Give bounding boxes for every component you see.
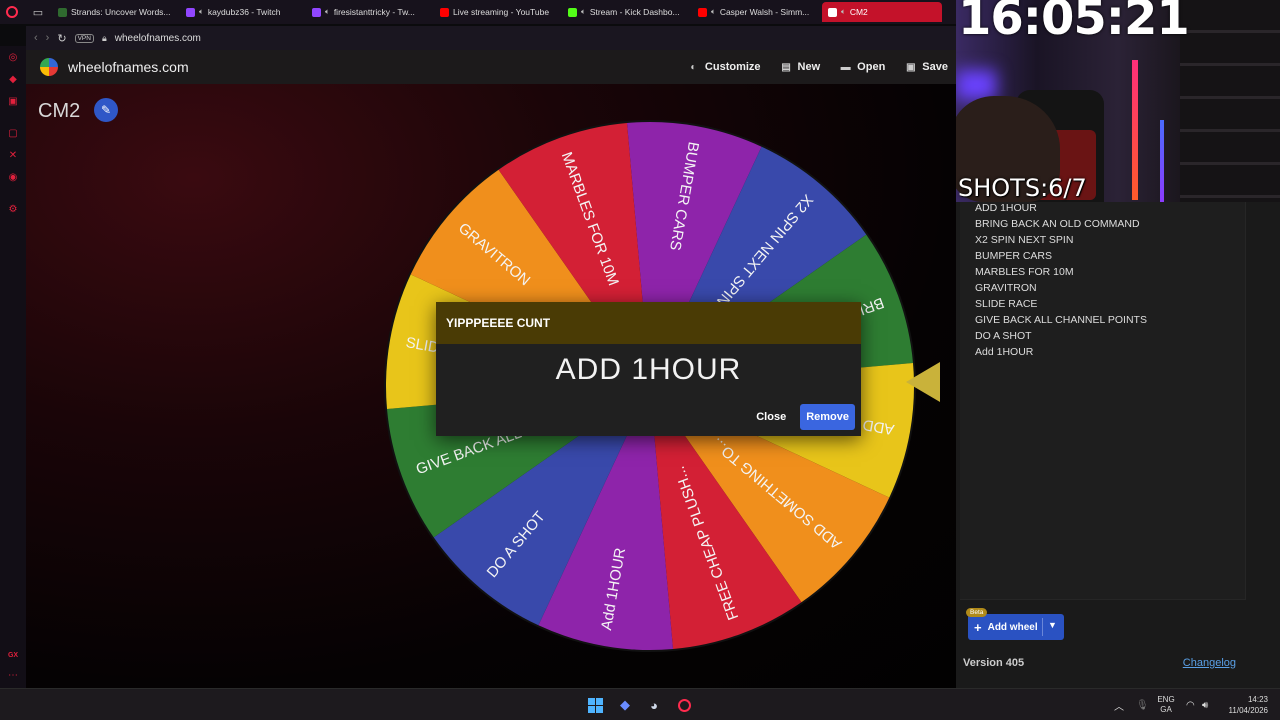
tab-6[interactable]: 🔈︎ Casper Walsh - Simm... bbox=[692, 2, 820, 22]
changelog-link[interactable]: Changelog bbox=[1183, 657, 1236, 669]
volume-icon[interactable]: 🔊︎ bbox=[1202, 689, 1208, 720]
windows-icon bbox=[587, 697, 603, 713]
wheel-page: wheelofnames.com ◐ Customize ▤ New ▬ Open ▣… bbox=[26, 50, 956, 688]
tab-favicon-icon bbox=[568, 7, 577, 17]
speaker-icon[interactable]: 🔈︎ bbox=[711, 7, 716, 17]
lang-bottom: GA bbox=[1160, 705, 1172, 714]
add-wheel-button[interactable]: + Add wheel ▼ bbox=[968, 614, 1064, 640]
settings-icon[interactable]: ⚙︎ bbox=[7, 204, 19, 216]
vpn-badge[interactable]: VPN bbox=[74, 33, 94, 43]
opera-logo-icon[interactable] bbox=[0, 0, 24, 24]
lock-icon: 🔒︎ bbox=[101, 32, 107, 43]
winner-text: ADD 1HOUR bbox=[555, 353, 742, 386]
tab-favicon-icon bbox=[312, 7, 321, 17]
tab-label: kaydubz36 - Twitch bbox=[207, 7, 281, 17]
tab-label: Strands: Uncover Words... bbox=[71, 7, 171, 17]
entry-item: GRAVITRON bbox=[975, 282, 1037, 294]
tab-favicon-icon bbox=[58, 7, 67, 17]
entries-panel: ADD 1HOUR BRING BACK AN OLD COMMAND X2 SPI… bbox=[956, 202, 1280, 688]
entry-item: SLIDE RACE bbox=[975, 298, 1038, 310]
speaker-icon[interactable]: 🔈︎ bbox=[581, 7, 586, 17]
tab-3[interactable]: 🔈︎ firesistanttricky - Tw... bbox=[306, 2, 432, 22]
speaker-icon[interactable]: 🔈︎ bbox=[841, 7, 846, 17]
tab-favicon-icon bbox=[698, 7, 707, 17]
gx-control-icon[interactable]: ◎ bbox=[7, 52, 19, 64]
tab-label: Stream - Kick Dashbo... bbox=[589, 7, 680, 17]
tray-time: 14:23 bbox=[1247, 695, 1268, 704]
browser-sidebar: ◎ ◆ ▣ ▢ ✕ ◉ ⚙︎ GX ⋯ bbox=[0, 46, 26, 688]
gx-corner-icon[interactable]: ◆ bbox=[7, 74, 19, 86]
tab-2[interactable]: 🔈︎ kaydubz36 - Twitch bbox=[180, 2, 304, 22]
remove-button[interactable]: Remove bbox=[800, 404, 855, 430]
entry-item: DO A SHOT bbox=[975, 330, 1032, 342]
tab-label: CM2 bbox=[849, 7, 868, 17]
tab-label: firesistanttricky - Tw... bbox=[333, 7, 415, 17]
tab-list: Strands: Uncover Words... 🔈︎ kaydubz36 - T… bbox=[52, 2, 944, 22]
discord-icon[interactable]: ◉ bbox=[7, 172, 19, 184]
tab-5[interactable]: 🔈︎ Stream - Kick Dashbo... bbox=[562, 2, 690, 22]
gx-label[interactable]: GX bbox=[7, 650, 19, 662]
reload-icon[interactable]: ↻ bbox=[57, 32, 66, 45]
entry-item: ADD 1HOUR bbox=[975, 202, 1037, 214]
chevron-down-icon[interactable]: ▼ bbox=[1048, 620, 1057, 630]
wifi-icon[interactable]: ◠ bbox=[1186, 689, 1195, 720]
x-icon[interactable]: ✕ bbox=[7, 150, 19, 162]
taskbar: ◆ ◕ ︿ 🎙︎ ENG GA ◠ 🔊︎ 14:23 11/04/2026 bbox=[0, 688, 1280, 720]
app-diamond-icon[interactable]: ◆ bbox=[617, 697, 633, 713]
tab-1[interactable]: Strands: Uncover Words... bbox=[52, 2, 178, 22]
add-wheel-label: Add wheel bbox=[987, 621, 1038, 633]
twitch-icon[interactable]: ▢ bbox=[7, 128, 19, 140]
stream-clock: 16:05:21 bbox=[958, 0, 1190, 46]
tab-favicon-icon bbox=[440, 7, 449, 17]
winner-dialog: YIPPPEEEE CUNT ADD 1HOUR Close Remove bbox=[436, 302, 861, 436]
version-label: Version 405 bbox=[963, 657, 1025, 669]
address-bar: ‹ › ↻ VPN 🔒︎ wheelofnames.com bbox=[26, 26, 956, 50]
tab-7[interactable]: 🔈︎ CM2 bbox=[822, 2, 942, 22]
tab-switcher-icon[interactable]: ▭ bbox=[24, 0, 52, 24]
tab-favicon-icon bbox=[186, 7, 195, 17]
entry-item: X2 SPIN NEXT SPIN bbox=[975, 234, 1074, 246]
speaker-icon[interactable]: 🔈︎ bbox=[199, 7, 204, 17]
entry-item: MARBLES FOR 10M bbox=[975, 266, 1074, 278]
speaker-icon[interactable]: 🔈︎ bbox=[325, 7, 330, 17]
screen: ▭ Strands: Uncover Words... 🔈︎ kaydubz36 -… bbox=[0, 0, 1280, 720]
start-button[interactable] bbox=[587, 697, 603, 713]
entry-item: BRING BACK AN OLD COMMAND bbox=[975, 218, 1140, 230]
more-icon[interactable]: ⋯ bbox=[7, 670, 19, 682]
tab-favicon-icon bbox=[828, 7, 837, 17]
close-button[interactable]: Close bbox=[750, 405, 792, 429]
language-indicator[interactable]: ENG GA bbox=[1156, 689, 1176, 720]
plus-icon: + bbox=[974, 619, 982, 635]
forward-icon[interactable]: › bbox=[46, 32, 50, 44]
tray-date: 11/04/2026 bbox=[1228, 706, 1268, 715]
browser-tab-strip: ▭ Strands: Uncover Words... 🔈︎ kaydubz36 -… bbox=[0, 0, 956, 24]
entry-item: BUMPER CARS bbox=[975, 250, 1053, 262]
entries-textbox[interactable]: ADD 1HOUR BRING BACK AN OLD COMMAND X2 SPI… bbox=[960, 202, 1246, 600]
url-field[interactable]: wheelofnames.com bbox=[115, 33, 201, 44]
dialog-actions: Close Remove bbox=[750, 404, 855, 430]
tab-label: Casper Walsh - Simm... bbox=[719, 7, 810, 17]
shots-counter: SHOTS:6/7 bbox=[958, 174, 1087, 202]
tray-chevron-icon[interactable]: ︿ bbox=[1114, 689, 1124, 720]
entry-item: Add 1HOUR bbox=[975, 346, 1034, 358]
clock-tray[interactable]: 14:23 11/04/2026 bbox=[1222, 689, 1268, 720]
tab-label: Live streaming - YouTube bbox=[453, 7, 550, 17]
tab-4[interactable]: Live streaming - YouTube bbox=[434, 2, 560, 22]
beta-badge: Beta bbox=[966, 608, 988, 617]
opera-gx-taskbar-icon[interactable] bbox=[676, 697, 692, 713]
dialog-title: YIPPPEEEE CUNT bbox=[436, 302, 861, 344]
microphone-icon[interactable]: 🎙︎ bbox=[1136, 689, 1149, 720]
back-icon[interactable]: ‹ bbox=[34, 32, 38, 44]
entry-item: GIVE BACK ALL CHANNEL POINTS bbox=[975, 314, 1147, 326]
steam-icon[interactable]: ◕ bbox=[646, 697, 662, 713]
lang-top: ENG bbox=[1157, 695, 1175, 704]
store-icon[interactable]: ▣ bbox=[7, 96, 19, 108]
wheel-pointer-icon bbox=[906, 362, 940, 402]
